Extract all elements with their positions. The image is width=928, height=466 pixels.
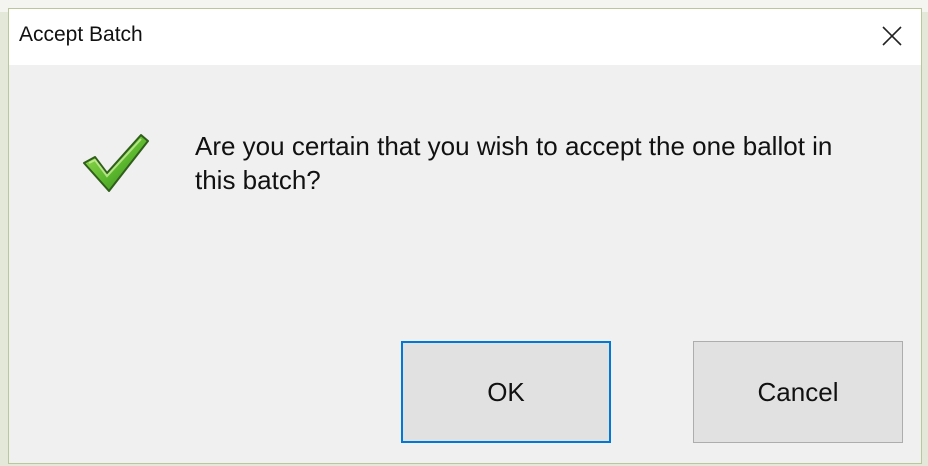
close-icon — [882, 26, 902, 46]
background-text-fragment: ▔ ▔▔▔▔ ▔▔ ▔▔▔▔ — [690, 0, 844, 10]
background-text-fragment: ▔ ▔▔▔ ▔▔ ▔▔▔▔ — [178, 0, 319, 10]
ok-button[interactable]: OK — [401, 341, 611, 443]
dialog-titlebar: Accept Batch — [9, 9, 921, 65]
accept-batch-dialog: Accept Batch Are you certain that you wi… — [8, 8, 922, 464]
close-button[interactable] — [865, 9, 921, 65]
cancel-button[interactable]: Cancel — [693, 341, 903, 443]
dialog-message: Are you certain that you wish to accept … — [195, 131, 833, 195]
dialog-title: Accept Batch — [19, 23, 143, 46]
green-checkmark-icon — [83, 134, 149, 192]
